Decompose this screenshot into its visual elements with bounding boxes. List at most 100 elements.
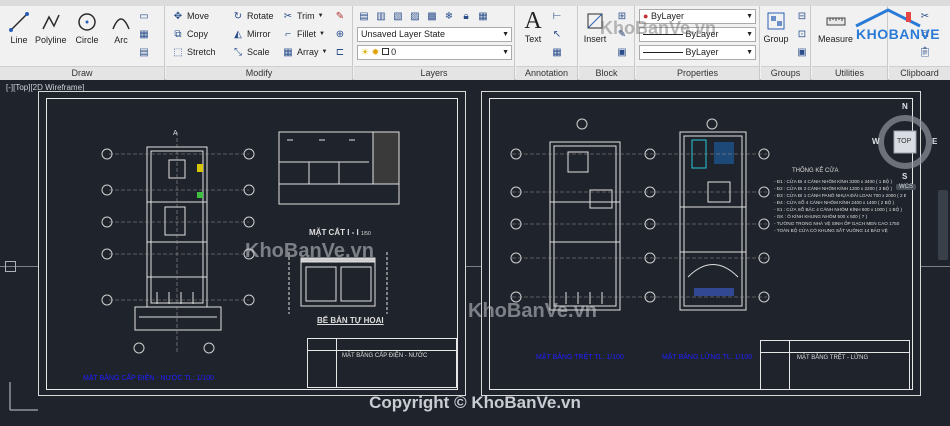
group-edit-icon[interactable]: ⊡ <box>796 28 808 40</box>
circle-tool[interactable]: Circle <box>74 9 100 45</box>
group-label: Group <box>763 34 789 44</box>
draw-panel: Line Polyline Circle Arc ▭ ▦ ▤ Draw <box>0 6 165 80</box>
block-panel-title[interactable]: Block <box>579 66 634 80</box>
bulb-icon: ☀ <box>361 47 370 57</box>
utilities-panel-title[interactable]: Utilities <box>812 66 887 80</box>
right-watermark: KhoBanVe.vn <box>468 300 597 322</box>
ungroup-icon[interactable]: ⊟ <box>796 10 808 22</box>
group-tool[interactable]: Group <box>763 8 789 44</box>
compass-west[interactable]: W <box>872 137 880 146</box>
mirror-tool[interactable]: ◭ Mirror <box>232 28 270 40</box>
layer-match-icon[interactable]: ▥ <box>375 10 387 22</box>
left-title-block-text: MẶT BẰNG CẤP ĐIỆN - NƯỚC <box>342 353 428 359</box>
view-cube[interactable]: TOP N S W E WCS <box>870 100 940 190</box>
sun-icon: ✹ <box>371 47 380 57</box>
left-watermark: KhoBanVe.vn <box>245 240 374 262</box>
trim-icon: ✂ <box>283 10 293 22</box>
left-plan-caption: MẶT BẰNG CẤP ĐIỆN - NƯỚC TL: 1/100 <box>83 375 215 382</box>
compass-east[interactable]: E <box>932 137 937 146</box>
move-tool[interactable]: ✥ Move <box>172 10 209 22</box>
text-icon: A <box>524 7 542 34</box>
draw-panel-title[interactable]: Draw <box>0 66 164 80</box>
line-tool[interactable]: Line <box>6 9 32 45</box>
modify-panel-title[interactable]: Modify <box>166 66 352 80</box>
scale-icon: ⤡ <box>234 46 242 58</box>
scale-label: Scale <box>247 47 270 57</box>
dimension-icon[interactable]: ⊢ <box>551 10 563 22</box>
attribute-icon[interactable]: ▣ <box>616 46 628 58</box>
compass-north[interactable]: N <box>902 102 908 111</box>
stretch-label: Stretch <box>187 47 216 57</box>
properties-panel-title[interactable]: Properties <box>636 66 759 80</box>
layer-state-combo[interactable]: Unsaved Layer State ▼ <box>357 27 512 42</box>
layer-isolate-icon[interactable]: ▨ <box>409 10 421 22</box>
right-title-block[interactable]: MẶT BẰNG TRỆT - LỬNG <box>760 340 910 390</box>
annotation-panel: A Text ⊢ ↖ ▦ Annotation <box>516 6 578 80</box>
groups-panel-title[interactable]: Groups <box>761 66 810 80</box>
fillet-tool[interactable]: ⌐ Fillet ▼ <box>282 28 325 40</box>
layers-panel-title[interactable]: Layers <box>354 66 514 80</box>
line-label: Line <box>10 35 28 45</box>
layer-tools-row: ▤ ▥ ▧ ▨ ▩ ❄ 🔒︎ ▦ <box>358 10 489 22</box>
left-sheet[interactable]: A MẶT CẮT I - I 1/50 BỂ BẢN TỰ HOẠI MẶT … <box>38 91 466 396</box>
mirror-icon: ◭ <box>234 28 242 40</box>
group-select-icon[interactable]: ▣ <box>796 46 808 58</box>
circle-label: Circle <box>75 35 99 45</box>
door-schedule-row: - GK : Ô KÍNH KHUNG NHÔM 500 x 500 ( 7 ) <box>774 214 868 219</box>
khobanve-logo: KHOBANVE <box>848 8 940 44</box>
copy-tool[interactable]: ⧉ Copy <box>172 28 208 40</box>
door-schedule-row: - TOÀN BỘ CỬA CÓ KHUNG SẮT VUÔNG 14 BẢO … <box>774 228 888 233</box>
modify-extra-tools: ✎ ⊕ ⊏ <box>334 10 346 58</box>
wcs-menu[interactable]: WCS <box>896 184 916 190</box>
layers-panel: ▤ ▥ ▧ ▨ ▩ ❄ 🔒︎ ▦ Unsaved Layer State ▼ ☀ … <box>354 6 515 80</box>
array-icon: ▦ <box>283 46 293 58</box>
left-title-block[interactable]: MẶT BẰNG CẤP ĐIỆN - NƯỚC <box>307 338 457 388</box>
chevron-down-icon[interactable]: ▼ <box>318 13 324 19</box>
layer-combo[interactable]: ☀ ✹ 0 ▼ <box>357 45 512 60</box>
paste-icon[interactable]: 📋︎ <box>919 46 932 58</box>
linetype-value: ByLayer <box>685 47 719 57</box>
leader-icon[interactable]: ↖ <box>551 28 563 40</box>
stretch-tool[interactable]: ⬚ Stretch <box>172 46 216 58</box>
copyright-watermark: Copyright © KhoBanVe.vn <box>369 393 581 412</box>
scale-tool[interactable]: ⤡ Scale <box>232 46 270 58</box>
explode-icon[interactable]: ⊕ <box>334 28 346 40</box>
linetype-combo[interactable]: ByLayer ▼ <box>639 45 756 60</box>
table-icon[interactable]: ▦ <box>551 46 563 58</box>
layer-previous-icon[interactable]: ▧ <box>392 10 404 22</box>
compass-south[interactable]: S <box>902 172 907 181</box>
arc-tool[interactable]: Arc <box>108 9 134 45</box>
hatch-icon[interactable]: ▦ <box>138 28 150 40</box>
erase-icon[interactable]: ✎ <box>334 10 346 22</box>
gradient-icon[interactable]: ▤ <box>138 46 150 58</box>
ribbon: Line Polyline Circle Arc ▭ ▦ ▤ Draw ✥ Mov… <box>0 0 950 80</box>
polyline-label: Polyline <box>35 35 67 45</box>
chevron-down-icon[interactable]: ▼ <box>319 31 325 37</box>
chevron-down-icon[interactable]: ▼ <box>322 49 328 55</box>
navigation-bar[interactable] <box>938 190 948 260</box>
move-label: Move <box>187 11 210 21</box>
drawing-workspace[interactable]: [-][Top][2D Wireframe] A MẶT CẮT I - I 1… <box>0 80 950 426</box>
array-tool[interactable]: ▦ Array ▼ <box>282 46 327 58</box>
group-icon <box>763 8 789 34</box>
tank-title: BỂ BẢN TỰ HOẠI <box>317 316 384 325</box>
offset-icon[interactable]: ⊏ <box>334 46 346 58</box>
rotate-tool[interactable]: ↻ Rotate <box>232 10 274 22</box>
trim-tool[interactable]: ✂ Trim ▼ <box>282 10 324 22</box>
layer-lock-icon[interactable]: 🔒︎ <box>460 10 472 22</box>
rectangle-icon[interactable]: ▭ <box>138 10 150 22</box>
polyline-tool[interactable]: Polyline <box>35 9 67 45</box>
chevron-down-icon: ▼ <box>502 31 509 38</box>
layer-off-icon[interactable]: ▩ <box>426 10 438 22</box>
array-label: Array <box>297 47 319 57</box>
fillet-icon: ⌐ <box>285 28 291 40</box>
layer-freeze-icon[interactable]: ❄ <box>443 10 455 22</box>
right-sheet[interactable]: THỐNG KÊ CỬA - Đ1 : CỬA ĐI 4 CÁNH NHÔM K… <box>468 91 921 396</box>
layer-walk-icon[interactable]: ▦ <box>477 10 489 22</box>
layer-properties-icon[interactable]: ▤ <box>358 10 370 22</box>
chevron-down-icon: ▼ <box>502 49 509 56</box>
view-cube-top[interactable]: TOP <box>897 138 911 145</box>
clipboard-panel-title[interactable]: Clipboard <box>889 66 950 80</box>
text-tool[interactable]: A Text <box>520 7 546 45</box>
annotation-panel-title[interactable]: Annotation <box>516 66 577 80</box>
